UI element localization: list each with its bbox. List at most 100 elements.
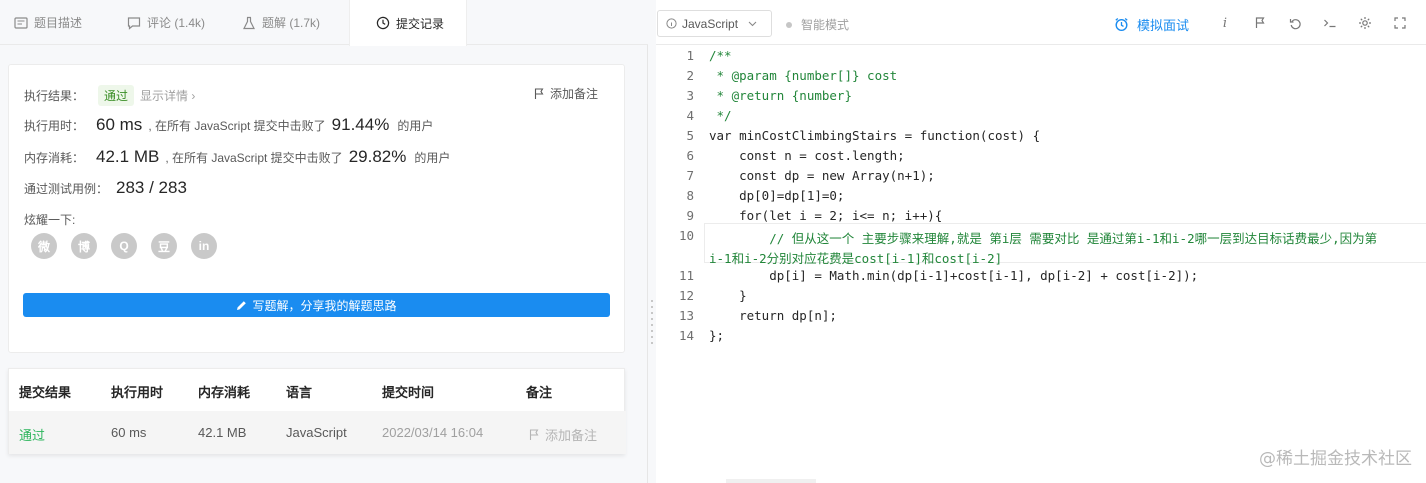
runtime-value: 60 ms xyxy=(96,115,143,134)
run-flag-icon[interactable] xyxy=(1251,14,1269,32)
code-line: /** xyxy=(709,48,732,63)
line-number: 1 xyxy=(686,48,694,63)
write-solution-label: 写题解，分享我的解题思路 xyxy=(252,298,397,313)
pane-splitter[interactable] xyxy=(648,0,656,483)
editor-toolbar: JavaScript 智能模式 模拟面试 i xyxy=(656,0,1426,45)
result-card: 执行结果： 通过 显示详情 › 添加备注 执行用时： 60 ms , 在所有 J… xyxy=(8,64,625,353)
share-row: 炫耀一下: xyxy=(24,211,75,228)
language-select[interactable]: JavaScript xyxy=(657,10,772,37)
code-line: dp[i] = Math.min(dp[i-1]+cost[i-1], dp[i… xyxy=(709,268,1199,283)
column-header: 提交时间 xyxy=(382,385,435,400)
comment-icon xyxy=(127,16,141,30)
weibo-share-icon[interactable]: 博 xyxy=(71,233,97,259)
cases-row: 通过测试用例： 283 / 283 xyxy=(24,178,193,198)
add-note-label: 添加备注 xyxy=(549,87,598,101)
mock-interview-button[interactable]: 模拟面试 xyxy=(1114,15,1189,34)
memory-percent: 29.82% xyxy=(348,147,407,166)
fullscreen-icon[interactable] xyxy=(1391,14,1409,32)
row-language: JavaScript xyxy=(286,425,347,440)
chevron-down-icon xyxy=(748,21,757,27)
row-add-note-button[interactable]: 添加备注 xyxy=(529,425,597,444)
write-solution-button[interactable]: 写题解，分享我的解题思路 xyxy=(23,293,610,317)
linkedin-share-icon[interactable]: in xyxy=(191,233,217,259)
flag-icon xyxy=(529,428,540,441)
code-line: * @param {number[]} cost xyxy=(709,68,898,83)
result-label: 执行结果： xyxy=(24,89,85,103)
tab-solutions[interactable]: 题解 (1.7k) xyxy=(228,0,349,45)
tab-label: 题解 (1.7k) xyxy=(262,16,321,30)
line-number: 7 xyxy=(686,168,694,183)
code-line: */ xyxy=(709,108,732,123)
add-note-button[interactable]: 添加备注 xyxy=(534,85,598,102)
code-line: const dp = new Array(n+1); xyxy=(709,168,935,183)
show-details-link[interactable]: 显示详情 › xyxy=(140,87,195,104)
toggle-dot-icon xyxy=(786,21,792,28)
line-number: 11 xyxy=(678,268,694,283)
code-line: for(let i = 2; i<= n; i++){ xyxy=(709,208,943,223)
code-line: var minCostClimbingStairs = function(cos… xyxy=(709,128,1041,143)
watermark: @稀土掘金技术社区 xyxy=(1259,449,1412,469)
line-number: 9 xyxy=(686,208,694,223)
smart-mode-toggle[interactable]: 智能模式 xyxy=(786,16,849,33)
line-number: 5 xyxy=(686,128,694,143)
left-panel: 题目描述 评论 (1.4k) 题解 (1.7k) 提交记录 执行结果： 通过 显… xyxy=(0,0,648,483)
mock-interview-label: 模拟面试 xyxy=(1137,18,1190,33)
code-line: return dp[n]; xyxy=(709,308,837,323)
tab-submissions[interactable]: 提交记录 xyxy=(349,0,467,46)
clock-icon xyxy=(376,16,390,30)
drag-handle[interactable] xyxy=(651,300,653,348)
runtime-percent: 91.44% xyxy=(331,115,390,134)
console-icon[interactable] xyxy=(1321,14,1339,32)
code-line: * @return {number} xyxy=(709,88,852,103)
row-time: 2022/03/14 16:04 xyxy=(382,425,484,440)
column-header: 提交结果 xyxy=(19,385,72,400)
editor-panel: JavaScript 智能模式 模拟面试 i 1 2 3 4 5 6 7 8 9… xyxy=(656,0,1426,483)
horizontal-scrollbar[interactable] xyxy=(726,479,816,483)
column-header: 执行用时 xyxy=(111,385,164,400)
line-number: 10 xyxy=(678,228,694,243)
code-editor[interactable]: 1 2 3 4 5 6 7 8 9 10 11 12 13 14 /** * @… xyxy=(656,46,1426,483)
cases-value: 283 / 283 xyxy=(116,178,187,197)
submissions-table: 提交结果 执行用时 内存消耗 语言 提交时间 备注 通过 60 ms 42.1 … xyxy=(8,368,626,454)
column-header: 语言 xyxy=(286,385,313,400)
tab-label: 题目描述 xyxy=(34,16,83,30)
memory-value: 42.1 MB xyxy=(96,147,160,166)
gear-icon[interactable] xyxy=(1356,14,1374,32)
reset-icon[interactable] xyxy=(1286,14,1304,32)
line-number: 8 xyxy=(686,188,694,203)
language-value: JavaScript xyxy=(682,16,739,31)
code-line: // 但从这一个 主要步骤来理解,就是 第i层 需要对比 是通过第i-1和i-2… xyxy=(709,231,1378,246)
column-header: 内存消耗 xyxy=(198,385,251,400)
column-header: 备注 xyxy=(526,385,553,400)
cases-label: 通过测试用例： xyxy=(24,182,109,196)
flask-icon xyxy=(242,16,256,30)
line-number: 6 xyxy=(686,148,694,163)
table-row[interactable]: 通过 60 ms 42.1 MB JavaScript 2022/03/14 1… xyxy=(9,411,626,454)
info-italic-icon[interactable]: i xyxy=(1216,14,1234,32)
runtime-row: 执行用时： 60 ms , 在所有 JavaScript 提交中击败了 91.4… xyxy=(24,115,433,135)
runtime-text: , 在所有 JavaScript 提交中击败了 xyxy=(148,119,326,133)
wechat-share-icon[interactable]: 微 xyxy=(31,233,57,259)
tab-comments[interactable]: 评论 (1.4k) xyxy=(113,0,228,45)
douban-share-icon[interactable]: 豆 xyxy=(151,233,177,259)
tab-label: 提交记录 xyxy=(396,16,445,31)
memory-label: 内存消耗： xyxy=(24,151,85,165)
tab-label: 评论 (1.4k) xyxy=(147,16,206,30)
info-icon xyxy=(666,18,677,29)
tab-description[interactable]: 题目描述 xyxy=(0,0,113,45)
row-memory: 42.1 MB xyxy=(198,425,247,440)
line-number: 14 xyxy=(678,328,694,343)
pencil-icon xyxy=(236,300,247,311)
line-number: 12 xyxy=(678,288,694,303)
flag-icon xyxy=(534,87,545,100)
row-status[interactable]: 通过 xyxy=(19,425,45,444)
line-number: 13 xyxy=(678,308,694,323)
code-line: const n = cost.length; xyxy=(709,148,905,163)
memory-text: , 在所有 JavaScript 提交中击败了 xyxy=(165,151,343,165)
share-label: 炫耀一下: xyxy=(24,213,76,227)
qq-share-icon[interactable]: Q xyxy=(111,233,137,259)
row-note-label: 添加备注 xyxy=(545,428,598,443)
runtime-label: 执行用时： xyxy=(24,119,85,133)
result-row: 执行结果： 通过 显示详情 › xyxy=(24,85,195,106)
tab-bar: 题目描述 评论 (1.4k) 题解 (1.7k) 提交记录 xyxy=(0,0,648,46)
